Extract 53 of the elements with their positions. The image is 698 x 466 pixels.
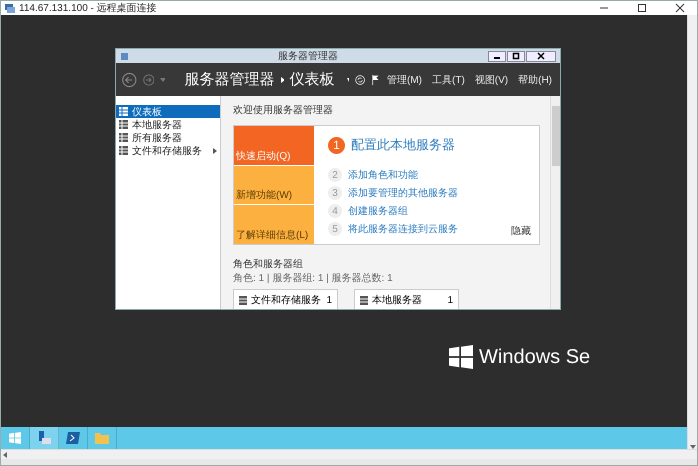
close-button[interactable]	[526, 50, 556, 62]
step-link[interactable]: 配置此本地服务器	[351, 136, 455, 154]
breadcrumb-separator-icon	[280, 76, 284, 82]
scrollbar[interactable]	[1, 449, 697, 459]
maximize-button[interactable]	[507, 50, 525, 62]
section-heading: 角色和服务器组	[233, 258, 304, 271]
maximize-icon	[512, 52, 520, 60]
quick-start-tile[interactable]: 了解详细信息(L)	[234, 205, 314, 244]
expand-arrow-icon[interactable]	[213, 148, 217, 154]
menu-item[interactable]: 视图(V)	[472, 72, 510, 86]
step-number: 3	[328, 186, 342, 200]
welcome-heading: 欢迎使用服务器管理器	[233, 104, 334, 117]
close-icon	[675, 3, 685, 13]
summary-text: 角色: 1 | 服务器组: 1 | 服务器总数: 1	[233, 272, 394, 285]
scroll-down-arrow-icon[interactable]	[690, 445, 696, 449]
breadcrumb-current: 仪表板	[290, 70, 335, 89]
server-manager-icon	[120, 52, 129, 60]
menu-item[interactable]: 帮助(H)	[516, 72, 554, 86]
flag-icon[interactable]	[372, 72, 379, 86]
step-number: 2	[328, 168, 342, 182]
role-card[interactable]: 文件和存储服务 1	[233, 289, 338, 309]
sidebar-item[interactable]: 所有服务器	[116, 131, 220, 144]
window-title: 114.67.131.100 - 远程桌面连接	[19, 2, 158, 15]
windows-logo-icon	[449, 345, 473, 369]
quick-start-tile[interactable]: 新增功能(W)	[234, 166, 314, 204]
step-number: 5	[328, 222, 342, 236]
sidebar-item[interactable]: 仪表板	[116, 105, 220, 118]
menu-item[interactable]: 工具(T)	[430, 72, 467, 86]
sidebar-item[interactable]: 文件和存储服务	[116, 144, 220, 157]
step-link[interactable]: 添加角色和功能	[348, 168, 418, 182]
step-number: 1	[328, 136, 345, 154]
wallpaper-logo-text: Windows Se	[479, 346, 590, 368]
close-icon	[537, 52, 545, 60]
step-link[interactable]: 将此服务器连接到云服务	[348, 222, 458, 236]
scroll-left-arrow-icon[interactable]	[3, 452, 7, 458]
remote-desktop-icon	[5, 3, 15, 13]
breadcrumb-root[interactable]: 服务器管理器	[184, 70, 275, 89]
minimize-button[interactable]	[488, 50, 506, 62]
dropdown-caret-icon[interactable]	[346, 78, 350, 82]
step-link[interactable]: 添加要管理的其他服务器	[348, 186, 458, 200]
windows-logo-icon	[9, 432, 21, 444]
sidebar-item[interactable]: 本地服务器	[116, 118, 220, 131]
refresh-icon[interactable]	[355, 72, 366, 86]
window-title: 服务器管理器	[277, 50, 339, 63]
maximize-icon	[637, 3, 647, 13]
taskbar-app-icon[interactable]	[30, 427, 59, 449]
step-link[interactable]: 创建服务器组	[348, 204, 408, 218]
hide-link[interactable]: 隐藏	[511, 224, 531, 238]
scrollbar[interactable]	[550, 96, 560, 309]
scrollbar[interactable]	[687, 15, 697, 449]
menu-item[interactable]: 管理(M)	[385, 72, 424, 86]
role-card[interactable]: 本地服务器 1	[354, 289, 459, 309]
step-number: 4	[328, 204, 342, 218]
